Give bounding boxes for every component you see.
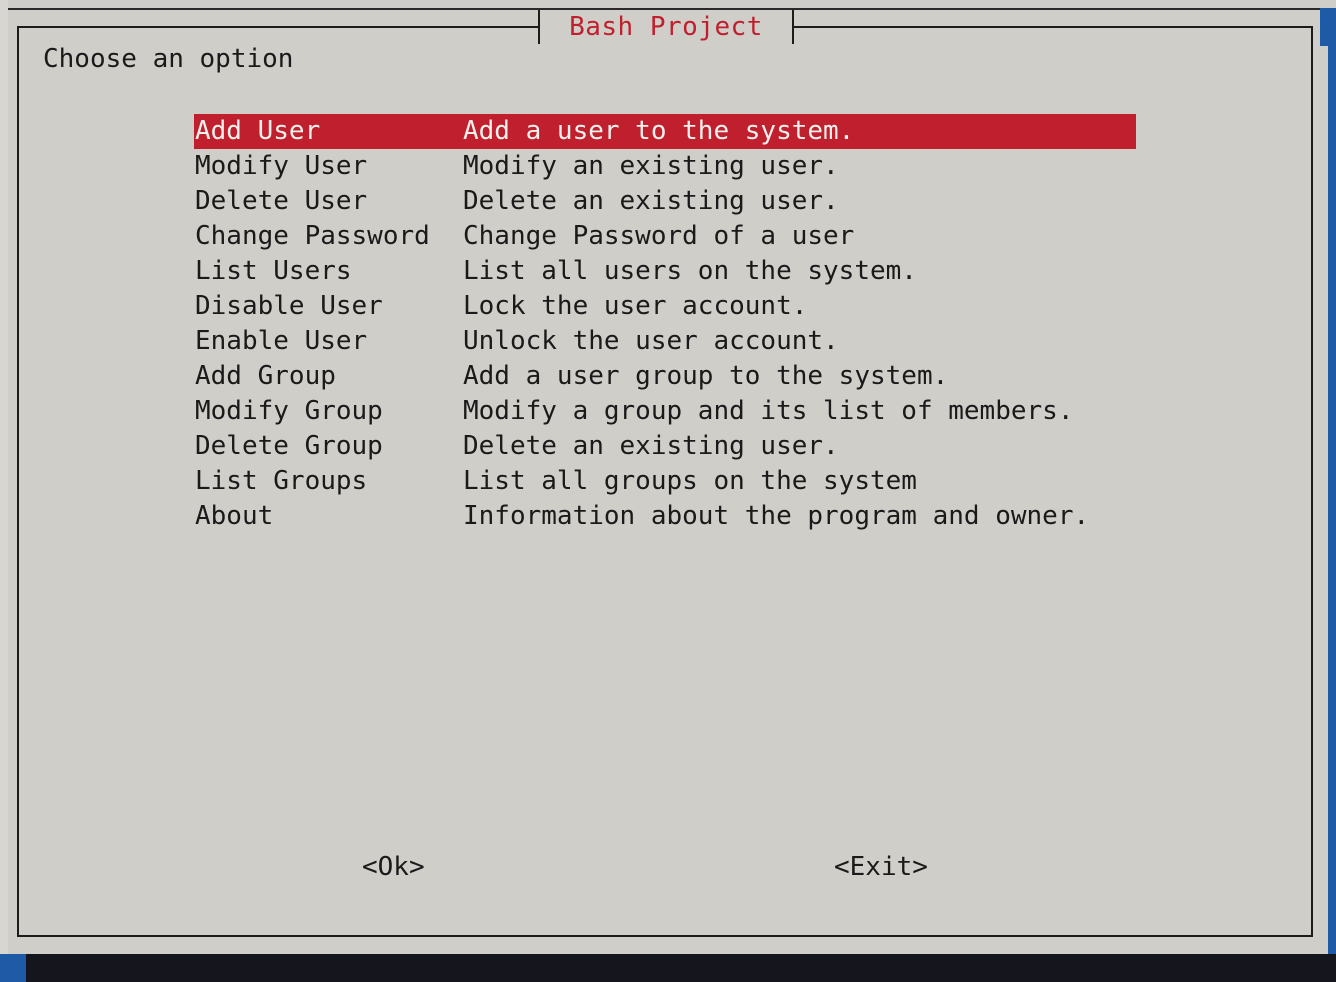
menu-item-tag: Delete Group (195, 431, 383, 461)
menu-item-description: Lock the user account. (463, 291, 808, 321)
menu-item-description: Unlock the user account. (463, 326, 839, 356)
menu-item-description: List all groups on the system (463, 466, 917, 496)
menu-item[interactable]: Change Password Change Password of a user (194, 219, 1136, 254)
menu-item[interactable]: Modify User Modify an existing user. (194, 149, 1136, 184)
menu-item-tag: Disable User (195, 291, 383, 321)
menu-item-tag: About (195, 501, 274, 531)
menu-item-tag: Modify User (195, 151, 368, 181)
menu-item[interactable]: Add Group Add a user group to the system. (194, 359, 1136, 394)
menu-dialog: Bash Project Choose an option Add User Ad… (0, 0, 1336, 954)
menu-item[interactable]: List Groups List all groups on the system (194, 464, 1136, 499)
menu-item-description: Information about the program and owner. (463, 501, 1090, 531)
menu-item-description: Modify a group and its list of members. (463, 396, 1074, 426)
terminal-bottom-bar (26, 954, 1336, 982)
menu-item[interactable]: Modify Group Modify a group and its list … (194, 394, 1136, 429)
menu-item[interactable]: Disable User Lock the user account. (194, 289, 1136, 324)
menu-item-description: List all users on the system. (463, 256, 917, 286)
exit-button[interactable]: <Exit> (834, 850, 928, 884)
menu-item-description: Delete an existing user. (463, 186, 839, 216)
menu-item-tag: Delete User (195, 186, 368, 216)
menu-item-description: Modify an existing user. (463, 151, 839, 181)
menu-item-description: Delete an existing user. (463, 431, 839, 461)
menu-item-tag: List Groups (195, 466, 368, 496)
menu-item-tag: List Users (195, 256, 352, 286)
menu-item-description: Add a user group to the system. (463, 361, 949, 391)
menu-item-tag: Add Group (195, 361, 336, 391)
menu-item-description: Add a user to the system. (463, 116, 855, 146)
menu-item-tag: Enable User (195, 326, 368, 356)
menu-list: Add User Add a user to the system. Modify … (194, 114, 1136, 534)
ok-button[interactable]: <Ok> (362, 850, 425, 884)
dialog-title: Bash Project (538, 10, 794, 44)
terminal-corner-accent (0, 954, 26, 982)
menu-item[interactable]: About Information about the program and o… (194, 499, 1136, 534)
menu-item[interactable]: Delete Group Delete an existing user. (194, 429, 1136, 464)
menu-item[interactable]: List Users List all users on the system. (194, 254, 1136, 289)
menu-item[interactable]: Enable User Unlock the user account. (194, 324, 1136, 359)
dialog-prompt: Choose an option (43, 44, 294, 74)
menu-item[interactable]: Delete User Delete an existing user. (194, 184, 1136, 219)
menu-item-tag: Change Password (195, 221, 430, 251)
menu-item-tag: Add User (195, 116, 321, 146)
menu-item-description: Change Password of a user (463, 221, 855, 251)
menu-item-tag: Modify Group (195, 396, 383, 426)
menu-item[interactable]: Add User Add a user to the system. (194, 114, 1136, 149)
